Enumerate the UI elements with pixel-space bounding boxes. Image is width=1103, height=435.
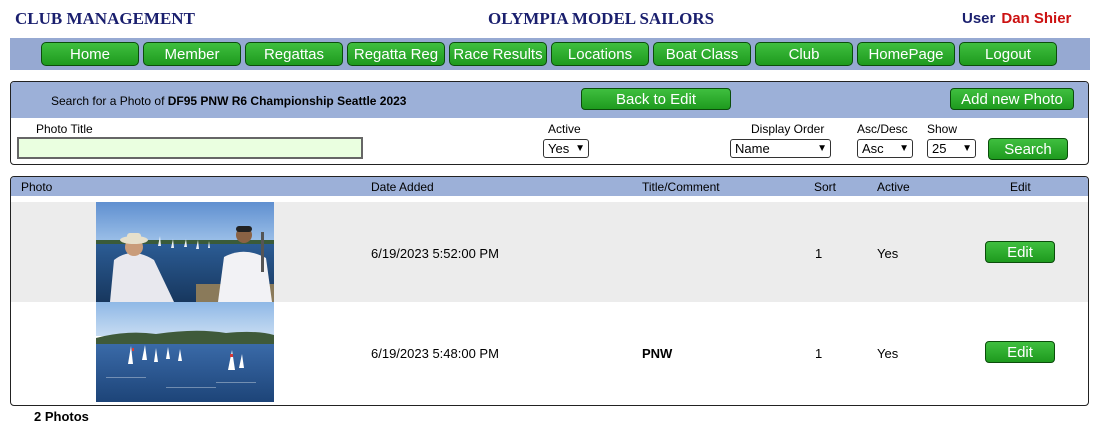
edit-button[interactable]: Edit <box>985 241 1055 263</box>
user-label: User <box>962 10 996 27</box>
nav-homepage-button[interactable]: HomePage <box>857 42 955 66</box>
nav-logout-button[interactable]: Logout <box>959 42 1057 66</box>
date-added: 6/19/2023 5:48:00 PM <box>371 346 499 361</box>
back-to-edit-button[interactable]: Back to Edit <box>581 88 731 110</box>
col-date-added: Date Added <box>371 180 434 194</box>
club-title: OLYMPIA MODEL SAILORS <box>488 9 715 28</box>
display-order-label: Display Order <box>751 122 825 136</box>
col-photo: Photo <box>21 180 53 194</box>
photo-count: 2 Photos <box>34 409 89 424</box>
display-order-select-value: Name <box>735 141 770 156</box>
asc-desc-select[interactable]: Asc ▼ <box>857 139 913 158</box>
app-title: CLUB MANAGEMENT <box>15 9 195 28</box>
display-order-select[interactable]: Name ▼ <box>730 139 831 158</box>
search-button[interactable]: Search <box>988 138 1068 160</box>
col-active: Active <box>877 180 910 194</box>
photo-table: Photo Date Added Title/Comment Sort Acti… <box>10 176 1089 406</box>
user-name: Dan Shier <box>1001 10 1072 27</box>
active-value: Yes <box>877 346 899 361</box>
show-select-value: 25 <box>932 141 947 156</box>
nav-regattas-button[interactable]: Regattas <box>245 42 343 66</box>
chevron-down-icon: ▼ <box>899 143 909 154</box>
col-sort: Sort <box>814 180 837 194</box>
chevron-down-icon: ▼ <box>962 143 972 154</box>
nav-bar: Home Member Regattas Regatta Reg Race Re… <box>10 38 1090 70</box>
chevron-down-icon: ▼ <box>817 143 827 154</box>
title-comment: PNW <box>642 346 673 361</box>
active-label: Active <box>548 122 581 136</box>
nav-member-button[interactable]: Member <box>143 42 241 66</box>
active-value: Yes <box>877 246 899 261</box>
active-select-value: Yes <box>548 141 570 156</box>
sort-value: 1 <box>815 246 823 261</box>
nav-locations-button[interactable]: Locations <box>551 42 649 66</box>
chevron-down-icon: ▼ <box>575 143 585 154</box>
asc-desc-label: Asc/Desc <box>857 122 908 136</box>
nav-home-button[interactable]: Home <box>41 42 139 66</box>
photo-thumbnail[interactable] <box>96 302 274 402</box>
search-panel-header: Search for a Photo of DF95 PNW R6 Champi… <box>11 82 1088 118</box>
search-heading-prefix: Search for a Photo of <box>51 94 165 108</box>
photo-title-input[interactable] <box>17 137 363 159</box>
user-info: User Dan Shier <box>962 10 1071 27</box>
date-added: 6/19/2023 5:52:00 PM <box>371 246 499 261</box>
nav-regatta-reg-button[interactable]: Regatta Reg <box>347 42 445 66</box>
nav-race-results-button[interactable]: Race Results <box>449 42 547 66</box>
nav-club-button[interactable]: Club <box>755 42 853 66</box>
asc-desc-select-value: Asc <box>862 141 884 156</box>
edit-button[interactable]: Edit <box>985 341 1055 363</box>
table-header: Photo Date Added Title/Comment Sort Acti… <box>11 177 1088 196</box>
col-title-comment: Title/Comment <box>642 180 720 194</box>
table-row: 6/19/2023 5:52:00 PM 1 Yes Edit <box>11 202 1088 302</box>
sort-value: 1 <box>815 346 823 361</box>
photo-thumbnail[interactable] <box>96 202 274 302</box>
add-new-photo-button[interactable]: Add new Photo <box>950 88 1074 110</box>
show-select[interactable]: 25 ▼ <box>927 139 976 158</box>
search-heading: Search for a Photo of DF95 PNW R6 Champi… <box>51 94 406 108</box>
show-label: Show <box>927 122 958 136</box>
photo-title-label: Photo Title <box>36 122 93 136</box>
table-row: 6/19/2023 5:48:00 PM PNW 1 Yes Edit <box>11 302 1088 402</box>
search-panel: Search for a Photo of DF95 PNW R6 Champi… <box>10 81 1089 165</box>
col-edit: Edit <box>1010 180 1031 194</box>
search-heading-regatta: DF95 PNW R6 Championship Seattle 2023 <box>167 94 407 108</box>
nav-boat-class-button[interactable]: Boat Class <box>653 42 751 66</box>
active-select[interactable]: Yes ▼ <box>543 139 589 158</box>
